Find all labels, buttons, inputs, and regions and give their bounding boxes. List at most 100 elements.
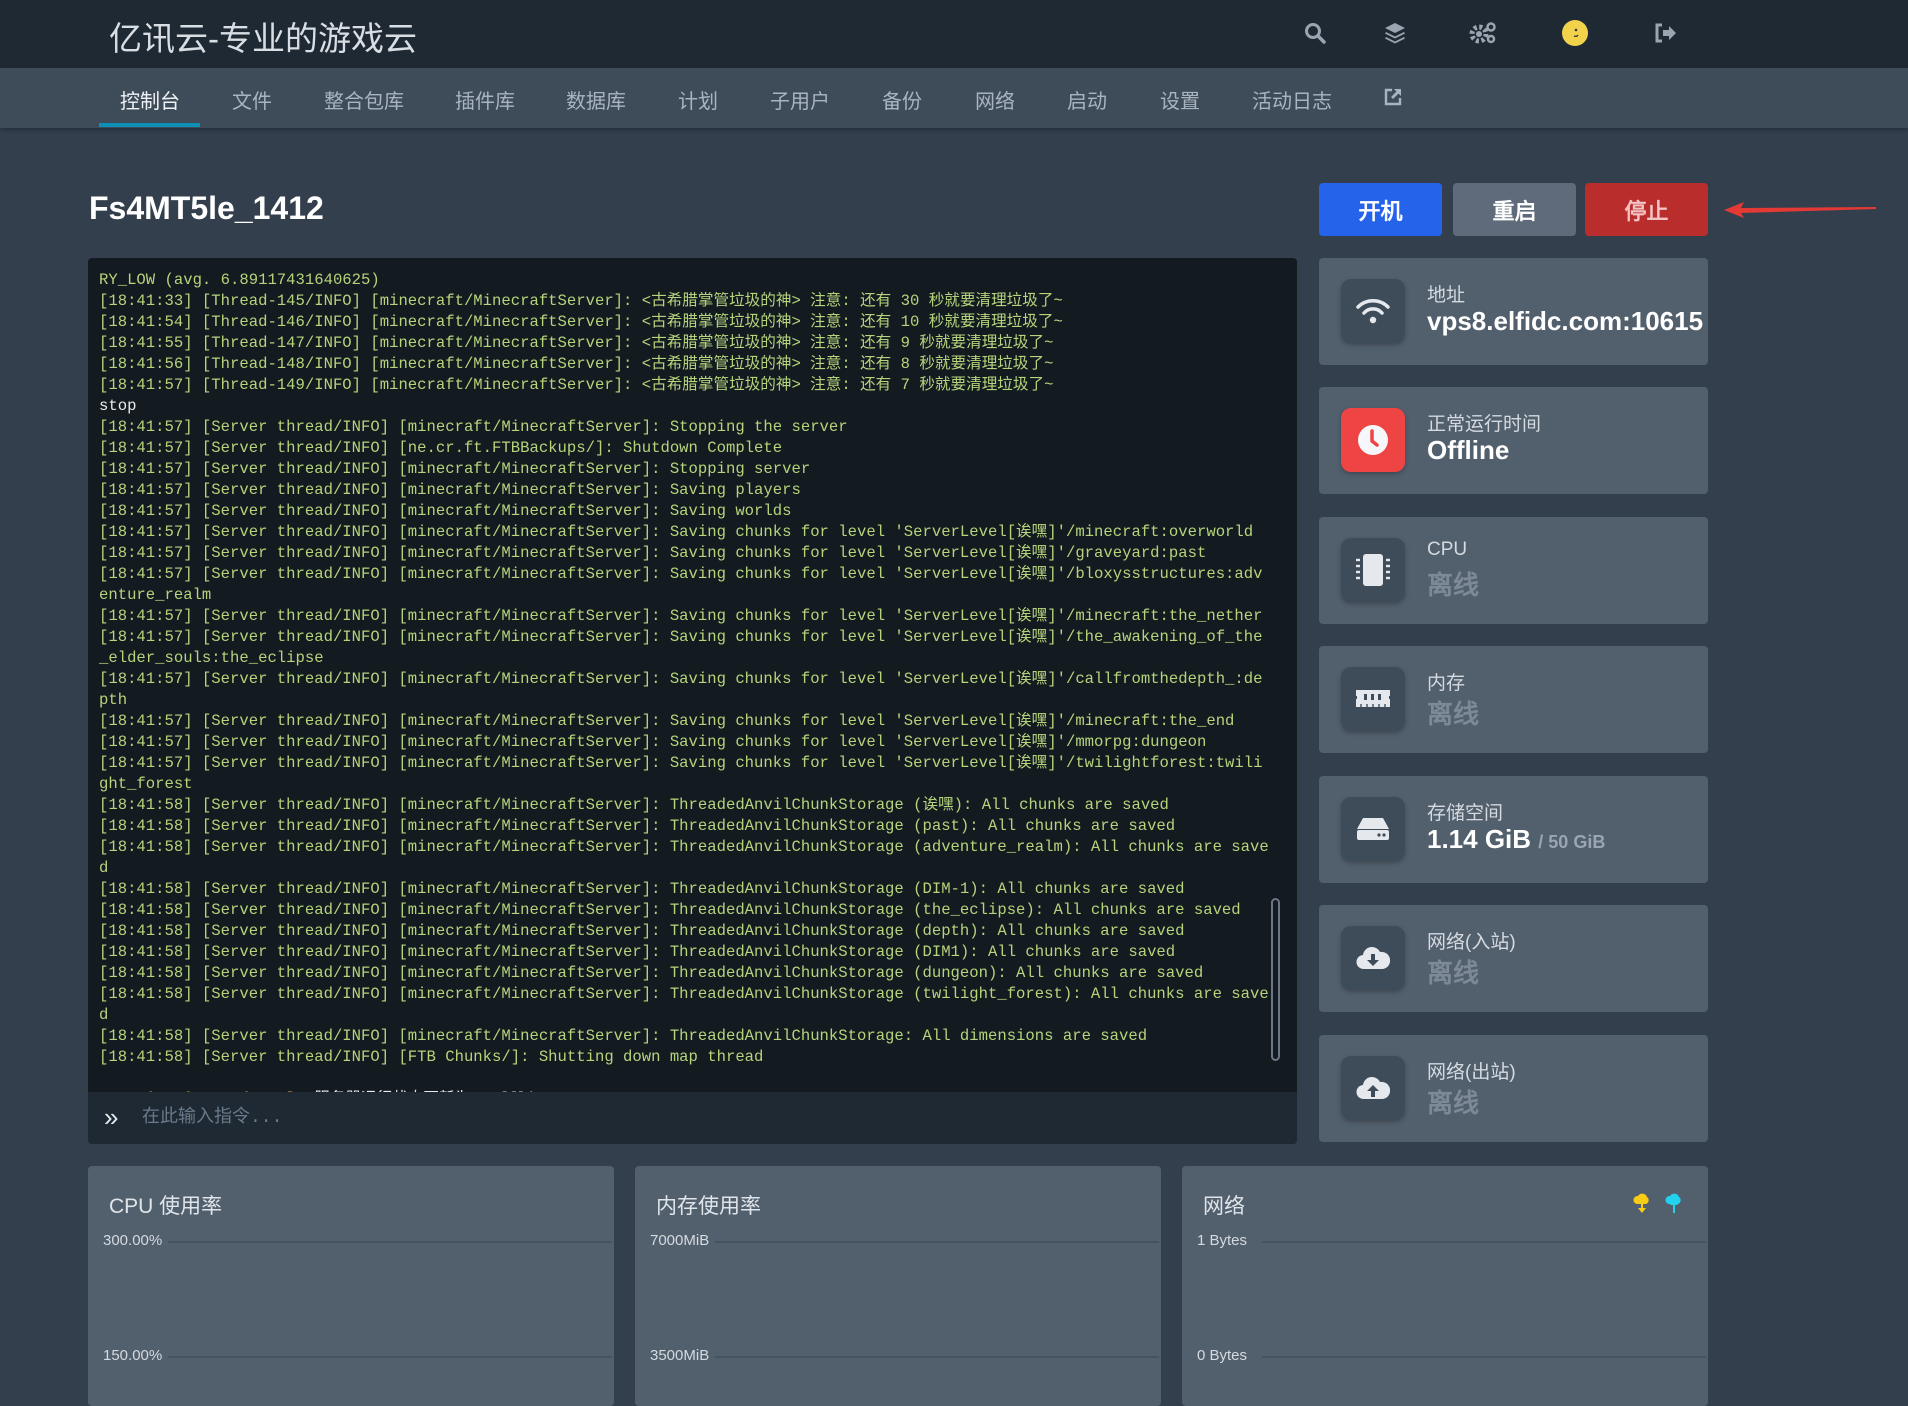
command-bar: » (88, 1092, 1297, 1144)
tab-files[interactable]: 文件 (232, 85, 272, 114)
chart-title: 内存使用率 (656, 1195, 761, 1218)
avatar-icon[interactable] (1558, 16, 1592, 50)
stat-label: 网络(出站) (1427, 1062, 1516, 1083)
stat-label: 内存 (1427, 673, 1466, 694)
tick-label: 150.00% (103, 1347, 163, 1364)
console-line: stop (99, 397, 137, 415)
console-line: [18:41:55] [Thread-147/INFO] [minecraft/… (99, 334, 1054, 352)
network-out-value: 离线 (1427, 1088, 1480, 1118)
tick-label: 300.00% (103, 1232, 163, 1249)
server-address[interactable]: vps8.elfidc.com:10615 (1427, 306, 1703, 337)
tab-databases[interactable]: 数据库 (566, 85, 626, 114)
stat-card-network-out: 网络(出站) 离线 (1319, 1035, 1708, 1142)
tab-plugins[interactable]: 插件库 (455, 85, 515, 114)
console-line: [18:41:57] [Server thread/INFO] [minecra… (99, 460, 811, 478)
disk-limit: / 50 GiB (1538, 832, 1606, 852)
console-line: [18:41:57] [Server thread/INFO] [ne.cr.f… (99, 439, 783, 457)
console-line: [18:41:54] [Thread-146/INFO] [minecraft/… (99, 313, 1063, 331)
console-line: [18:41:58] [Server thread/INFO] [minecra… (99, 817, 1176, 835)
console-line: [18:41:57] [Server thread/INFO] [minecra… (99, 628, 1263, 667)
external-link-icon[interactable] (1383, 87, 1403, 113)
console-line: [18:41:57] [Server thread/INFO] [minecra… (99, 481, 801, 499)
console-line: [18:41:57] [Server thread/INFO] [minecra… (99, 502, 792, 520)
disk-value: 1.14 GiB / 50 GiB (1427, 824, 1605, 855)
console-line: [18:41:56] [Thread-148/INFO] [minecraft/… (99, 355, 1054, 373)
gridline (1262, 1241, 1706, 1243)
tab-console[interactable]: 控制台 (120, 85, 180, 114)
memory-icon (1341, 667, 1405, 731)
network-chart: 网络 1 Bytes 0 Bytes (1182, 1166, 1708, 1406)
gridline (715, 1241, 1159, 1243)
console-line: [18:41:57] [Thread-149/INFO] [minecraft/… (99, 376, 1054, 394)
server-name: Fs4MT5le_1412 (89, 190, 324, 226)
console-line: [18:41:57] [Server thread/INFO] [minecra… (99, 523, 1254, 541)
memory-value: 离线 (1427, 699, 1480, 729)
layers-icon[interactable] (1378, 16, 1412, 50)
top-header: 亿讯云-专业的游戏云 (0, 0, 1908, 68)
tick-label: 0 Bytes (1197, 1347, 1248, 1364)
gridline (168, 1241, 612, 1243)
console-line: [18:41:58] [Server thread/INFO] [minecra… (99, 838, 1269, 877)
console-line: [18:41:57] [Server thread/INFO] [minecra… (99, 670, 1263, 709)
console-line: [18:41:57] [Server thread/INFO] [minecra… (99, 754, 1263, 793)
console-line: [18:41:57] [Server thread/INFO] [minecra… (99, 418, 848, 436)
cloud-download-icon (1341, 926, 1405, 990)
start-button[interactable]: 开机 (1319, 183, 1442, 236)
stat-label: CPU (1427, 539, 1468, 560)
cpu-value: 离线 (1427, 570, 1480, 600)
tab-startup[interactable]: 启动 (1067, 85, 1107, 114)
stat-card-uptime: 正常运行时间 Offline (1319, 387, 1708, 494)
wifi-icon (1341, 279, 1405, 343)
tab-network[interactable]: 网络 (975, 85, 1015, 114)
tab-backups[interactable]: 备份 (882, 85, 922, 114)
memory-usage-chart: 内存使用率 7000MiB 3500MiB (635, 1166, 1161, 1406)
stat-card-disk: 存储空间 1.14 GiB / 50 GiB (1319, 776, 1708, 883)
uptime-value: Offline (1427, 435, 1510, 465)
console-line: [18:41:58] [Server thread/INFO] [minecra… (99, 880, 1185, 898)
network-in-value: 离线 (1427, 958, 1480, 988)
tick-label: 1 Bytes (1197, 1232, 1248, 1249)
stop-button[interactable]: 停止 (1585, 183, 1708, 236)
upload-legend-icon (1665, 1193, 1681, 1213)
microchip-icon (1341, 538, 1405, 602)
chevron-right-icon: » (104, 1102, 119, 1132)
stat-label: 地址 (1427, 285, 1466, 306)
console-line: RY_LOW (avg. 6.89117431640625) (99, 271, 380, 289)
gridline (1262, 1356, 1706, 1358)
gridline (715, 1356, 1159, 1358)
console-line: [18:41:58] [Server thread/INFO] [minecra… (99, 1027, 1148, 1045)
console-line: [18:41:33] [Thread-145/INFO] [minecraft/… (99, 292, 1063, 310)
tab-schedules[interactable]: 计划 (678, 85, 718, 114)
console-line: [18:41:58] [Server thread/INFO] [minecra… (99, 796, 1169, 814)
command-input[interactable] (142, 1100, 1272, 1136)
stat-label: 网络(入站) (1427, 932, 1516, 953)
stat-card-cpu: CPU 离线 (1319, 517, 1708, 624)
tick-label: 3500MiB (650, 1347, 710, 1364)
tab-users[interactable]: 子用户 (770, 85, 830, 114)
gears-icon[interactable] (1466, 16, 1500, 50)
cloud-upload-icon (1341, 1056, 1405, 1120)
nav-bar: 控制台 文件 整合包库 插件库 数据库 计划 子用户 备份 网络 启动 设置 活… (0, 68, 1908, 128)
restart-button[interactable]: 重启 (1453, 183, 1576, 236)
logout-icon[interactable] (1648, 16, 1682, 50)
stat-card-network-in: 网络(入站) 离线 (1319, 905, 1708, 1012)
console-line: [18:41:58] [Server thread/INFO] [FTB Chu… (99, 1048, 764, 1066)
console-line: [18:41:57] [Server thread/INFO] [minecra… (99, 544, 1207, 562)
brand-title[interactable]: 亿讯云-专业的游戏云 (109, 12, 417, 60)
hdd-icon (1341, 797, 1405, 861)
red-arrow-annotation (1724, 202, 1876, 218)
tick-label: 7000MiB (650, 1232, 710, 1249)
chart-title: CPU 使用率 (109, 1195, 223, 1218)
stat-card-address: 地址 vps8.elfidc.com:10615 (1319, 258, 1708, 365)
console-output: RY_LOW (avg. 6.89117431640625) [18:41:33]… (99, 270, 1271, 1110)
console-scrollbar[interactable] (1271, 898, 1280, 1061)
tab-settings[interactable]: 设置 (1160, 85, 1200, 114)
tab-activity[interactable]: 活动日志 (1252, 85, 1332, 114)
search-icon[interactable] (1298, 16, 1332, 50)
console-line: [18:41:58] [Server thread/INFO] [minecra… (99, 964, 1204, 982)
tab-modpacks[interactable]: 整合包库 (324, 85, 404, 114)
cpu-usage-chart: CPU 使用率 300.00% 150.00% (88, 1166, 614, 1406)
console-line: [18:41:57] [Server thread/INFO] [minecra… (99, 712, 1235, 730)
console-line: [18:41:58] [Server thread/INFO] [minecra… (99, 943, 1176, 961)
chart-title: 网络 (1203, 1195, 1245, 1218)
